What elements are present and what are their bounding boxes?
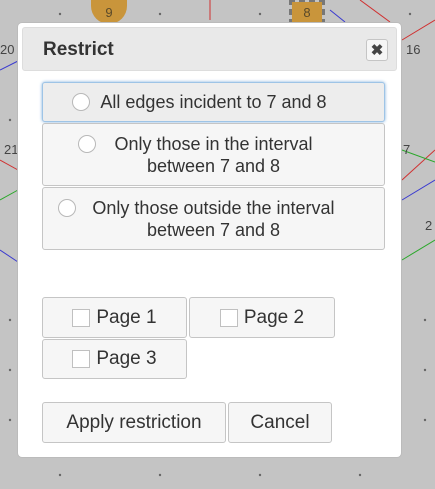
edge-label: 16 [406, 42, 421, 57]
edge-label: 7 [403, 142, 411, 157]
edge-label: 20 [0, 42, 15, 57]
checkbox-icon[interactable] [72, 308, 91, 327]
node-label: 8 [303, 4, 311, 20]
checkbox-icon[interactable] [219, 308, 238, 327]
option-inside-interval[interactable]: Only those in the interval between 7 and… [42, 123, 385, 186]
cancel-button[interactable]: Cancel [228, 402, 332, 443]
option-label: Only those outside the interval between … [92, 197, 335, 240]
dialog-title: Restrict [43, 39, 114, 60]
node-label: 9 [105, 4, 113, 20]
page-2-toggle[interactable]: Page 2 [189, 297, 335, 338]
radio-icon[interactable] [57, 198, 76, 217]
close-button[interactable]: ✖ [366, 39, 388, 61]
edge-label: 21 [4, 142, 19, 157]
close-icon: ✖ [370, 41, 384, 59]
page-label: Page 2 [243, 306, 305, 328]
option-outside-interval[interactable]: Only those outside the interval between … [42, 187, 385, 250]
page-3-toggle[interactable]: Page 3 [42, 339, 187, 379]
radio-icon[interactable] [72, 93, 91, 111]
option-incident-edges[interactable]: All edges incident to 7 and 8 [42, 82, 385, 122]
restrict-dialog: Restrict ✖ All edges incident to 7 and 8… [18, 23, 401, 457]
dialog-titlebar[interactable]: Restrict ✖ [22, 27, 397, 71]
checkbox-icon[interactable] [72, 350, 91, 368]
option-label: Only those in the interval between 7 and… [114, 133, 313, 176]
page-label: Page 3 [96, 348, 157, 369]
page-label: Page 1 [96, 306, 157, 328]
radio-icon[interactable] [77, 134, 96, 153]
page-1-toggle[interactable]: Page 1 [42, 297, 187, 338]
apply-restriction-button[interactable]: Apply restriction [42, 402, 226, 443]
edge-label: 2 [425, 218, 433, 233]
graph-node-selected[interactable]: 8 [289, 0, 325, 25]
option-label: All edges incident to 7 and 8 [100, 92, 327, 112]
